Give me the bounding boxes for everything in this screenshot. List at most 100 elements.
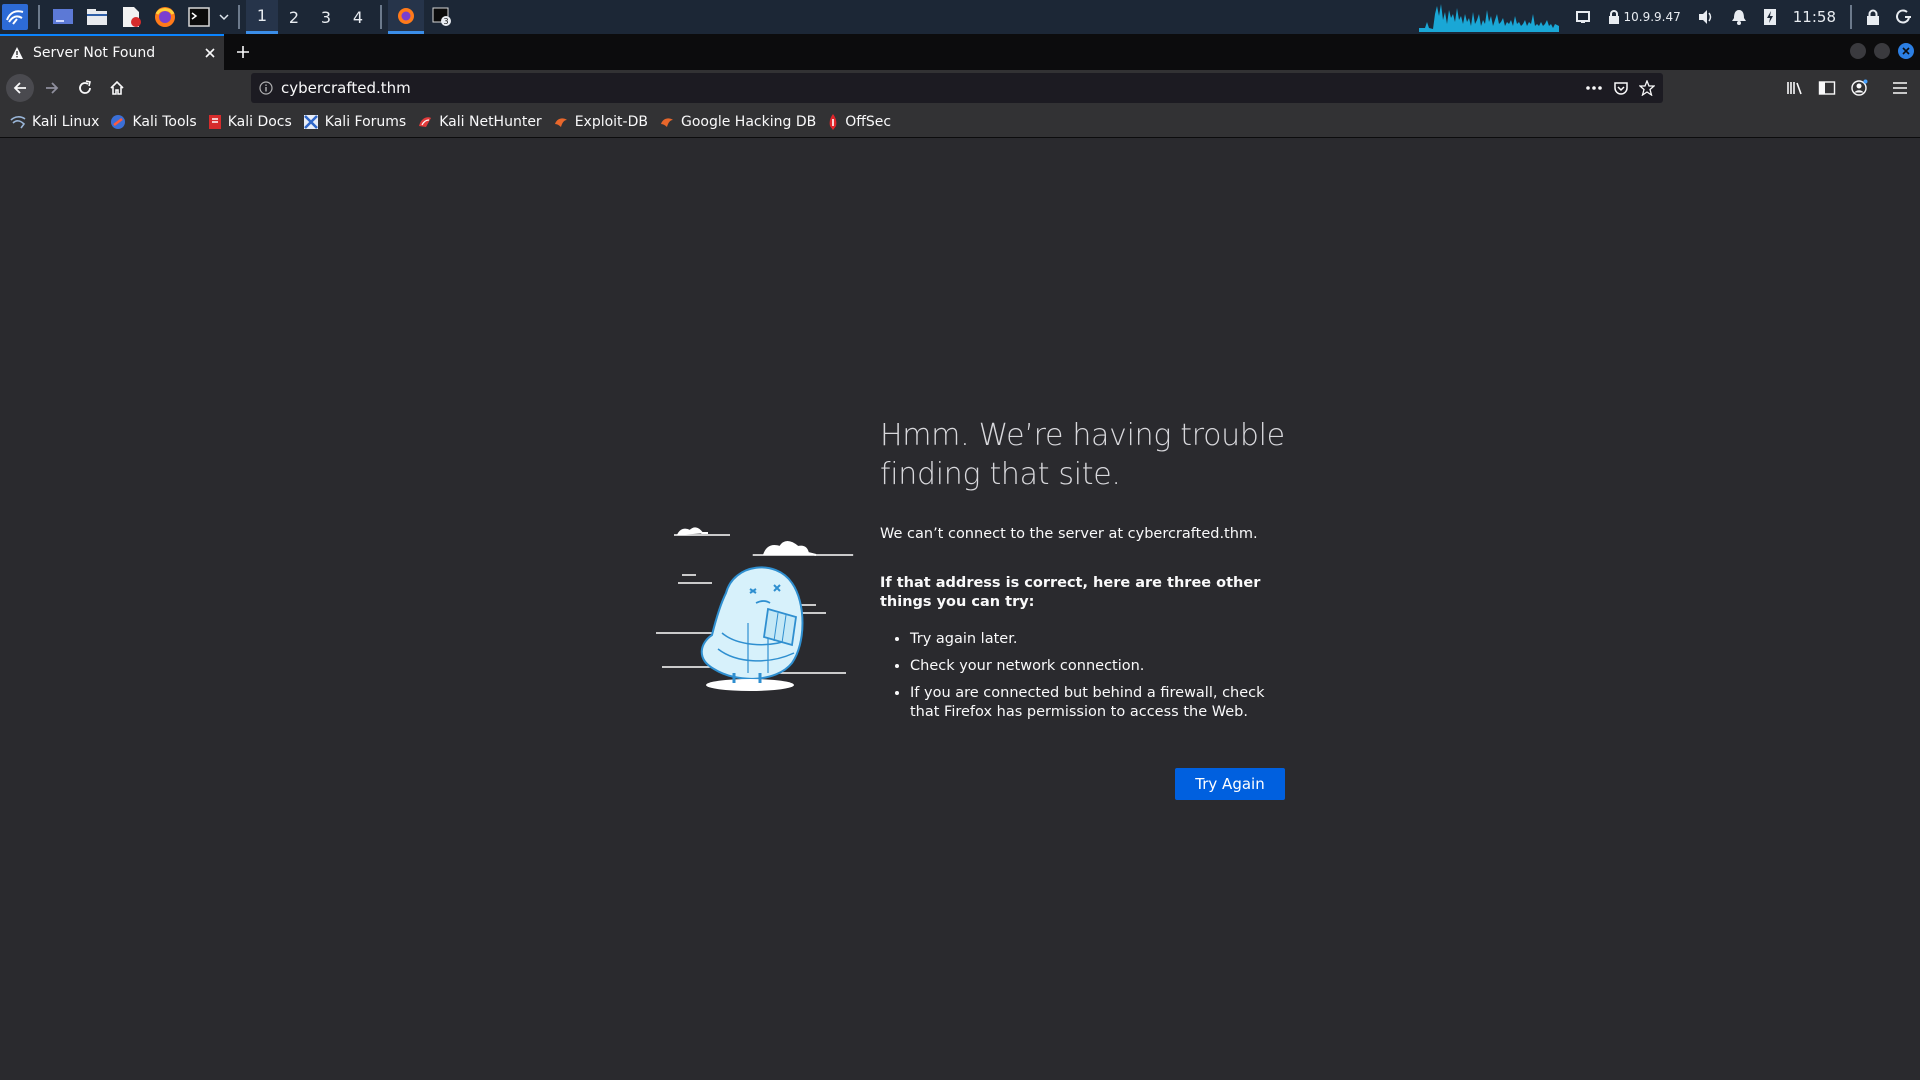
lock-screen-icon[interactable] <box>1866 9 1880 25</box>
clock[interactable]: 11:58 <box>1793 8 1836 26</box>
server-not-found-illustration <box>656 523 856 693</box>
close-window-button[interactable] <box>1898 43 1914 59</box>
bookmark-exploit-db[interactable]: Exploit-DB <box>553 114 648 130</box>
terminal-task-icon: 3 <box>432 7 451 26</box>
offsec-icon <box>829 113 837 130</box>
vpn-ip: 10.9.9.47 <box>1623 10 1681 24</box>
task-terminal[interactable]: 3 <box>424 0 460 34</box>
svg-text:3: 3 <box>444 17 449 26</box>
maximize-button[interactable] <box>1874 43 1890 59</box>
bookmark-kali-forums[interactable]: Kali Forums <box>303 114 406 130</box>
exploit-db-icon <box>554 117 567 127</box>
launcher-dropdown-icon[interactable] <box>218 4 230 30</box>
bookmark-label: Kali Forums <box>324 113 407 130</box>
reload-button[interactable] <box>71 74 99 102</box>
url-bar[interactable]: cybercrafted.thm <box>251 73 1663 103</box>
error-page: Hmm. We’re having trouble finding that s… <box>0 138 1920 1080</box>
bookmark-label: Exploit-DB <box>574 113 648 130</box>
bookmark-google-hacking-db[interactable]: Google Hacking DB <box>659 114 816 130</box>
tab-title: Server Not Found <box>33 45 156 61</box>
show-desktop-icon[interactable] <box>50 4 76 30</box>
menu-button[interactable] <box>1886 74 1914 102</box>
sidebar-icon <box>1818 81 1836 95</box>
kali-docs-icon <box>208 114 221 129</box>
info-icon[interactable] <box>259 81 273 95</box>
clock-time: 11:58 <box>1792 8 1836 26</box>
error-title: Hmm. We’re having trouble finding that s… <box>880 418 1285 492</box>
bookmark-label: Google Hacking DB <box>680 113 817 130</box>
suggestions-list: Try again later. Check your network conn… <box>880 630 1285 722</box>
workspace-2[interactable]: 2 <box>278 0 310 34</box>
firefox-launcher-icon[interactable] <box>152 4 178 30</box>
home-button[interactable] <box>103 74 131 102</box>
bookmark-star-icon[interactable] <box>1639 80 1655 96</box>
error-message-container: Hmm. We’re having trouble finding that s… <box>880 416 1285 730</box>
bookmark-kali-linux[interactable]: Kali Linux <box>10 114 99 130</box>
bookmark-label: Kali Linux <box>32 113 100 130</box>
task-firefox[interactable] <box>388 0 424 34</box>
pocket-icon[interactable] <box>1613 80 1629 96</box>
bookmark-label: Kali NetHunter <box>439 113 542 130</box>
panel-separator <box>38 5 40 29</box>
screen-icon[interactable] <box>1575 9 1591 25</box>
close-tab-icon[interactable] <box>204 47 216 59</box>
library-button[interactable] <box>1781 74 1809 102</box>
home-icon <box>110 80 124 95</box>
suggestion-item: Try again later. <box>910 630 1285 649</box>
plus-icon <box>237 46 249 58</box>
bookmark-kali-nethunter[interactable]: Kali NetHunter <box>417 113 542 130</box>
kali-forums-icon <box>303 114 318 129</box>
bookmark-kali-docs[interactable]: Kali Docs <box>208 114 292 130</box>
url-actions <box>1585 73 1655 103</box>
text-editor-icon[interactable] <box>118 4 144 30</box>
error-description: We can’t connect to the server at cyberc… <box>880 526 1258 542</box>
page-actions-icon[interactable] <box>1585 85 1603 91</box>
window-controls <box>1850 43 1914 59</box>
system-tray: 10.9.9.47 11:58 <box>1411 0 1920 34</box>
cpu-graph <box>1418 2 1559 32</box>
minimize-button[interactable] <box>1850 43 1866 59</box>
warning-icon <box>11 47 23 59</box>
tab-strip: Server Not Found <box>0 34 1920 70</box>
navigation-bar: cybercrafted.thm <box>0 70 1920 106</box>
account-icon <box>1851 79 1868 96</box>
bookmark-offsec[interactable]: OffSec <box>827 113 891 131</box>
notifications-icon[interactable] <box>1731 9 1747 25</box>
power-manager-icon[interactable] <box>1763 8 1777 26</box>
vpn-status[interactable]: 10.9.9.47 <box>1607 9 1681 25</box>
tab-server-not-found[interactable]: Server Not Found <box>0 34 224 70</box>
kali-menu-icon[interactable] <box>2 4 28 30</box>
workspace-3[interactable]: 3 <box>310 0 342 34</box>
bookmark-label: OffSec <box>845 113 892 130</box>
back-button[interactable] <box>6 74 34 102</box>
forward-button[interactable] <box>38 74 66 102</box>
account-button[interactable] <box>1845 74 1873 102</box>
reload-icon <box>79 80 91 94</box>
broken-robot-illustration <box>656 527 854 691</box>
panel-separator <box>238 5 240 29</box>
workspace-4[interactable]: 4 <box>342 0 374 34</box>
terminal-launcher-icon[interactable] <box>186 4 212 30</box>
bookmarks-toolbar: Kali Linux Kali Tools Kali Docs Kali For… <box>0 106 1920 138</box>
close-icon <box>1902 47 1910 55</box>
taskbar: 3 <box>388 0 460 34</box>
library-icon <box>1787 82 1802 95</box>
suggestions-heading: If that address is correct, here are thr… <box>880 575 1261 610</box>
file-manager-icon[interactable] <box>84 4 110 30</box>
sidebar-button[interactable] <box>1813 74 1841 102</box>
bookmark-kali-tools[interactable]: Kali Tools <box>110 114 197 130</box>
ghdb-icon <box>660 117 673 127</box>
firefox-task-icon <box>398 7 414 24</box>
try-again-button[interactable]: Try Again <box>1175 768 1285 800</box>
suggestion-item: Check your network connection. <box>910 657 1285 676</box>
volume-icon[interactable] <box>1697 9 1715 25</box>
suggestion-item: If you are connected but behind a firewa… <box>910 684 1285 722</box>
new-tab-button[interactable] <box>232 41 254 63</box>
url-text: cybercrafted.thm <box>281 79 411 97</box>
logout-icon[interactable] <box>1896 9 1912 25</box>
arrow-left-icon <box>13 82 26 94</box>
workspace-1[interactable]: 1 <box>246 0 278 34</box>
kali-dragon-icon <box>10 115 26 128</box>
system-panel: 1 2 3 4 3 10.9.9.47 11:58 <box>0 0 1920 34</box>
arrow-right-icon <box>46 82 59 94</box>
